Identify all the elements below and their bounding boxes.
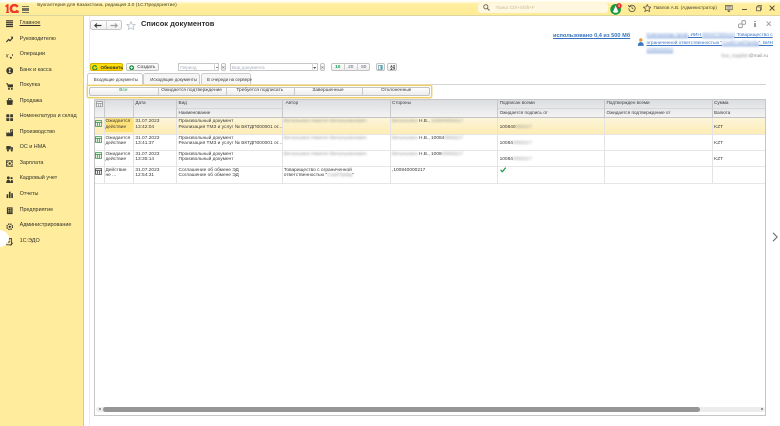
svg-text:x: x bbox=[6, 53, 10, 59]
svg-text:9: 9 bbox=[618, 3, 620, 8]
